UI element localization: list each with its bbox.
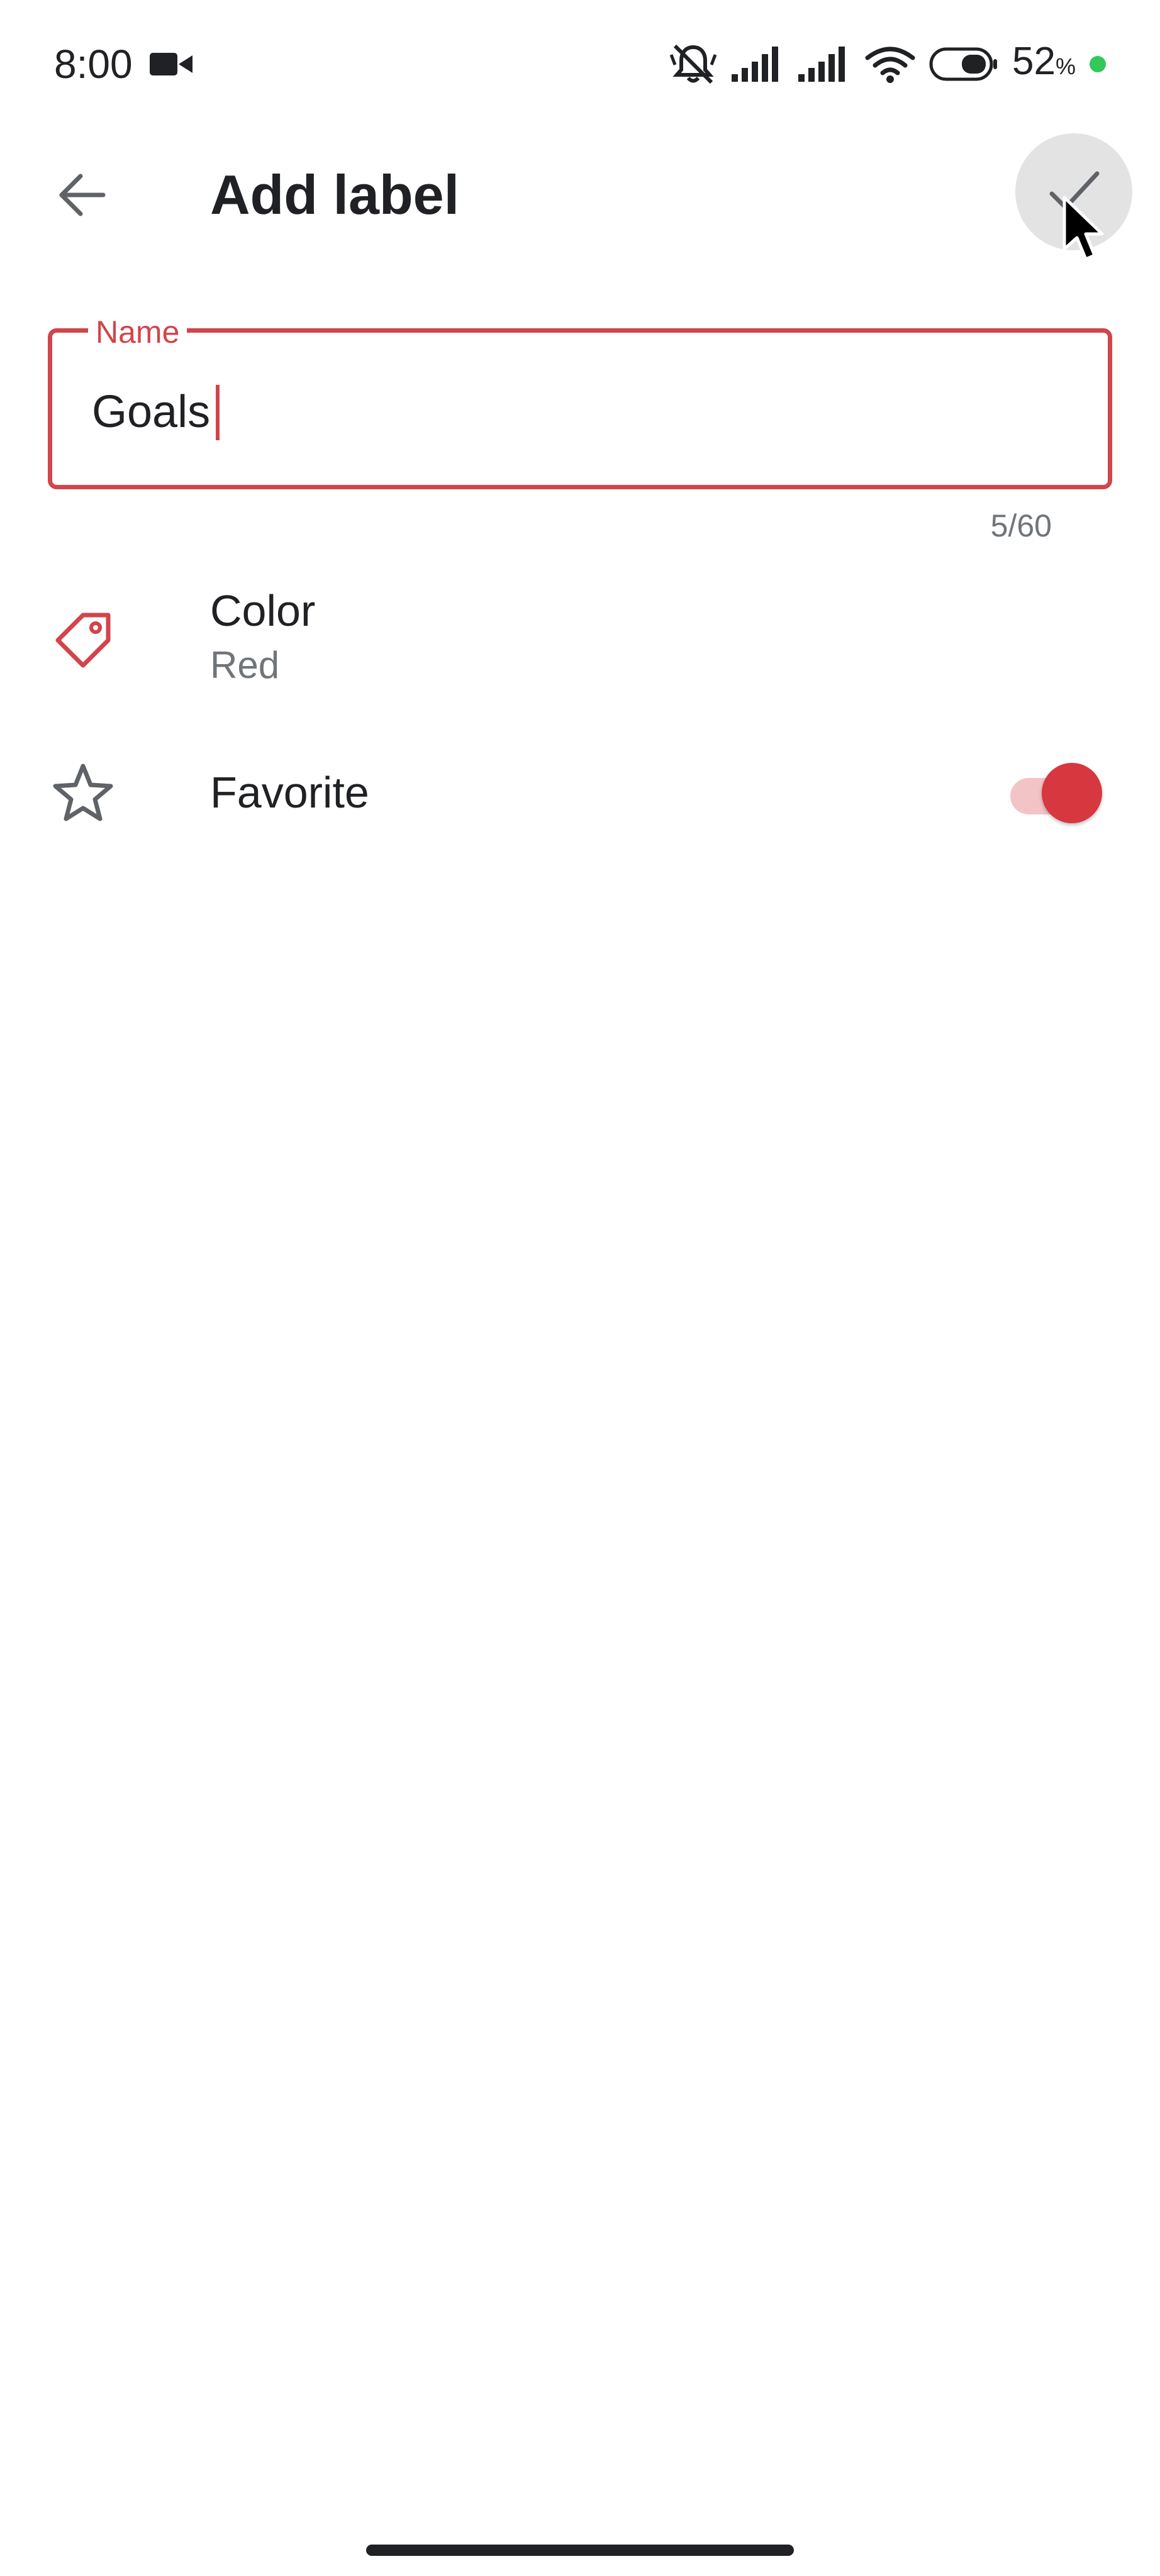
color-tag-icon-wrapper	[45, 602, 121, 678]
toggle-thumb	[1042, 763, 1102, 823]
signal-icon	[732, 47, 779, 82]
character-counter: 5/60	[990, 508, 1052, 543]
text-caret	[216, 385, 220, 440]
status-icons: 52%	[669, 39, 1106, 89]
star-icon	[53, 763, 113, 821]
signal-icon	[798, 47, 845, 82]
color-title: Color	[210, 586, 316, 635]
name-input[interactable]	[92, 380, 1035, 443]
color-value: Red	[210, 644, 280, 686]
favorite-row[interactable]: Favorite	[0, 736, 1160, 849]
video-camera-icon	[150, 53, 192, 75]
charging-dot	[1090, 56, 1106, 72]
arrow-left-icon	[59, 174, 106, 216]
page-title: Add label	[210, 164, 460, 226]
favorite-toggle[interactable]	[1007, 757, 1107, 826]
color-row[interactable]: Color Red	[0, 566, 1160, 717]
confirm-button[interactable]	[1015, 133, 1132, 250]
battery-unit: %	[1055, 53, 1076, 79]
home-indicator[interactable]	[366, 2545, 794, 2556]
name-field-label: Name	[88, 313, 187, 351]
back-button[interactable]	[42, 155, 122, 235]
label-tag-icon	[55, 613, 111, 668]
favorite-icon-wrapper	[45, 755, 121, 830]
app-bar: Add label	[0, 126, 1160, 264]
check-icon	[1049, 171, 1100, 210]
status-time: 8:00	[54, 42, 133, 87]
status-bar: 8:00 52%	[0, 0, 1160, 126]
wifi-icon	[865, 47, 915, 83]
battery-level: 52%	[1012, 40, 1076, 83]
bell-muted-icon	[669, 44, 717, 84]
battery-icon	[929, 47, 998, 81]
favorite-title: Favorite	[210, 768, 369, 817]
